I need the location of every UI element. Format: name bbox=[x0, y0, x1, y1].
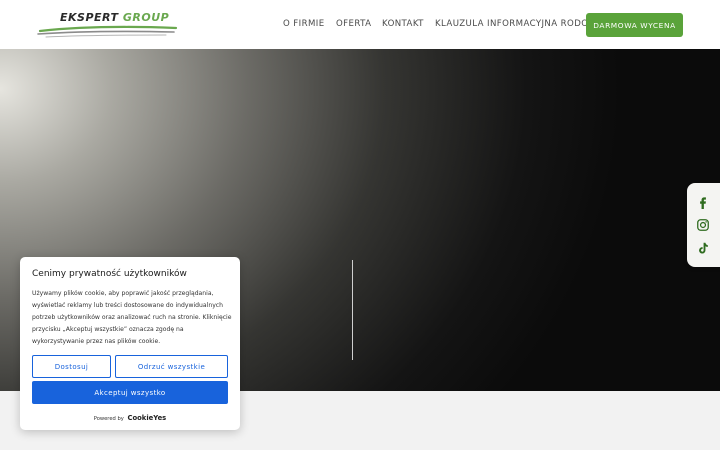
free-quote-button[interactable]: DARMOWA WYCENA bbox=[586, 13, 683, 37]
cookie-consent-dialog: Cenimy prywatność użytkowników Używamy p… bbox=[20, 257, 240, 430]
powered-by: Powered by CookieYes bbox=[20, 414, 240, 422]
facebook-icon[interactable] bbox=[696, 195, 710, 209]
hero-divider bbox=[352, 260, 353, 360]
social-sidebar bbox=[687, 183, 720, 267]
tiktok-icon[interactable] bbox=[696, 241, 710, 255]
nav-link-kontakt[interactable]: KONTAKT bbox=[382, 19, 424, 29]
nav-link-o-firmie[interactable]: O FIRMIE bbox=[283, 19, 325, 29]
accept-all-button[interactable]: Akceptuj wszystko bbox=[32, 381, 228, 404]
nav-link-rodo[interactable]: KLAUZULA INFORMACYJNA RODO bbox=[435, 19, 588, 29]
nav-link-oferta[interactable]: OFERTA bbox=[336, 19, 371, 29]
powered-by-label: Powered by bbox=[93, 416, 124, 422]
cookieyes-logo[interactable]: CookieYes bbox=[127, 414, 166, 422]
reject-all-button[interactable]: Odrzuć wszystkie bbox=[115, 355, 228, 378]
site-header: EKSPERT GROUP O FIRMIE OFERTA KONTAKT KL… bbox=[0, 0, 720, 49]
instagram-icon[interactable] bbox=[696, 218, 710, 232]
customize-button[interactable]: Dostosuj bbox=[32, 355, 111, 378]
cookie-description: Używamy plików cookie, aby poprawić jako… bbox=[32, 290, 232, 345]
logo[interactable]: EKSPERT GROUP bbox=[36, 8, 178, 40]
cookie-title: Cenimy prywatność użytkowników bbox=[32, 269, 187, 279]
logo-swoosh-icon bbox=[37, 25, 178, 38]
